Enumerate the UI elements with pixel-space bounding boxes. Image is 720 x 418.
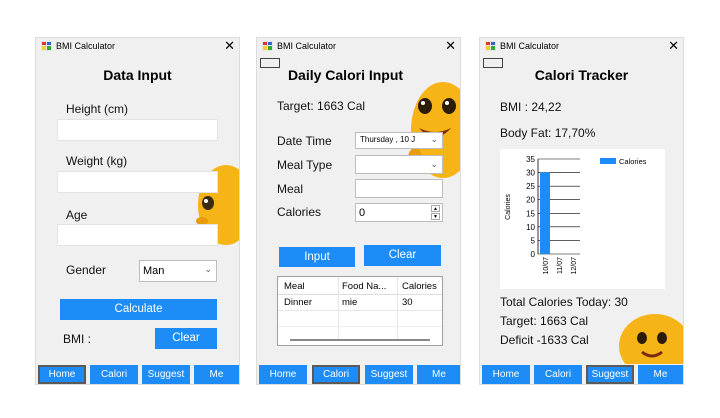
page-title: Calori Tracker <box>534 67 629 83</box>
row-divider <box>278 326 442 327</box>
nav-calori[interactable]: Calori <box>90 365 138 384</box>
stepper-down-icon[interactable]: ▼ <box>431 213 440 220</box>
page-title: Daily Calori Input <box>287 67 404 83</box>
table-row[interactable]: Dinner mie 30 <box>278 295 442 311</box>
table-cell: Dinner <box>284 297 312 308</box>
close-icon[interactable]: ✕ <box>668 38 679 53</box>
nav-me[interactable]: Me <box>194 365 239 384</box>
chevron-down-icon: ⌄ <box>430 159 438 169</box>
legend-swatch <box>600 158 616 164</box>
meal-label: Meal <box>277 182 304 196</box>
clear-button[interactable]: Clear <box>364 245 441 266</box>
daily-calori-window: BMI Calculator ✕ Daily Calori Input Targ… <box>256 37 461 385</box>
clear-button[interactable]: Clear <box>155 328 217 349</box>
window-title: BMI Calculator <box>56 41 116 51</box>
target-label: Target: 1663 Cal <box>277 99 366 113</box>
gender-label: Gender <box>66 263 107 277</box>
target-label: Target: 1663 Cal <box>500 314 589 328</box>
y-axis-label: Calories <box>505 194 512 220</box>
nav-calori[interactable]: Calori <box>534 365 582 384</box>
x-tick-label: 10/07 <box>543 257 550 275</box>
y-tick-label: 35 <box>526 155 535 164</box>
calorie-chart: 0 5 10 15 20 25 30 35 Calories 10/07 11/07 12/07 Cal… <box>500 149 665 289</box>
legend-label: Calories <box>619 157 647 166</box>
height-input[interactable] <box>57 119 218 141</box>
horizontal-scrollbar[interactable] <box>290 339 430 341</box>
table-header: Meal Food Na... Calories <box>278 277 442 295</box>
title-bar: BMI Calculator ✕ <box>36 38 239 55</box>
y-tick-label: 0 <box>531 250 536 259</box>
datetime-value: Thursday , 10 J <box>360 135 416 144</box>
table-cell: mie <box>342 297 358 308</box>
table-cell: 30 <box>402 297 413 308</box>
chevron-down-icon: ⌄ <box>204 264 212 274</box>
nav-calori[interactable]: Calori <box>312 365 360 384</box>
input-button[interactable]: Input <box>279 247 355 267</box>
y-tick-label: 10 <box>526 223 535 232</box>
age-label: Age <box>66 208 88 222</box>
close-icon[interactable]: ✕ <box>224 38 235 53</box>
weight-input[interactable] <box>57 171 218 193</box>
bmi-value: BMI : 24,22 <box>500 100 562 114</box>
y-tick-label: 5 <box>531 236 536 245</box>
nav-suggest[interactable]: Suggest <box>586 365 634 384</box>
chevron-down-icon: ⌄ <box>430 134 438 144</box>
nav-home[interactable]: Home <box>259 365 307 384</box>
nav-me[interactable]: Me <box>417 365 460 384</box>
page-title: Data Input <box>103 67 172 83</box>
meal-table: Meal Food Na... Calories Dinner mie 30 <box>277 276 443 346</box>
datetime-label: Date Time <box>277 134 332 148</box>
bar <box>540 172 550 254</box>
weight-label: Weight (kg) <box>66 154 128 168</box>
y-tick-label: 25 <box>526 182 535 191</box>
x-tick-label: 12/07 <box>571 257 578 275</box>
y-tick-label: 20 <box>526 196 535 205</box>
height-label: Height (cm) <box>66 102 129 116</box>
calculate-button[interactable]: Calculate <box>60 299 217 320</box>
app-icon <box>41 41 52 51</box>
stepper-up-icon[interactable]: ▲ <box>431 205 440 212</box>
column-header[interactable]: Food Na... <box>342 281 386 292</box>
meal-input[interactable] <box>355 179 443 198</box>
window-title: BMI Calculator <box>500 41 560 51</box>
chart-svg: 0 5 10 15 20 25 30 35 Calories 10/07 11/07 12/07 Cal… <box>505 155 647 275</box>
datetime-picker[interactable]: Thursday , 10 J ⌄ <box>355 132 443 149</box>
app-icon <box>485 41 496 51</box>
y-tick-label: 30 <box>526 169 535 178</box>
title-bar: BMI Calculator ✕ <box>257 38 460 55</box>
calori-tracker-window: BMI Calculator ✕ Calori Tracker BMI : 24… <box>479 37 684 385</box>
age-input[interactable] <box>57 224 218 246</box>
column-header[interactable]: Calories <box>402 281 437 292</box>
data-input-window: BMI Calculator ✕ Data Input Height (cm) … <box>35 37 240 385</box>
nav-me[interactable]: Me <box>638 365 683 384</box>
app-icon <box>262 41 273 51</box>
column-divider <box>338 277 339 339</box>
mascot-image <box>619 314 683 366</box>
calories-label: Calories <box>277 205 322 219</box>
nav-suggest[interactable]: Suggest <box>365 365 413 384</box>
nav-home[interactable]: Home <box>482 365 530 384</box>
nav-home[interactable]: Home <box>38 365 86 384</box>
column-divider <box>397 277 398 339</box>
bmi-label: BMI : <box>63 332 92 346</box>
title-bar: BMI Calculator ✕ <box>480 38 683 55</box>
gender-select[interactable]: Man ⌄ <box>139 260 217 282</box>
calories-stepper[interactable]: 0 ▲ ▼ <box>355 203 443 222</box>
column-header[interactable]: Meal <box>284 281 305 292</box>
y-tick-label: 15 <box>526 209 535 218</box>
nav-suggest[interactable]: Suggest <box>142 365 190 384</box>
x-tick-label: 11/07 <box>557 257 564 274</box>
deficit-label: Deficit -1633 Cal <box>500 333 589 347</box>
gender-select-value: Man <box>143 265 165 277</box>
close-icon[interactable]: ✕ <box>445 38 456 53</box>
window-title: BMI Calculator <box>277 41 337 51</box>
total-calories: Total Calories Today: 30 <box>500 295 628 309</box>
calories-value: 0 <box>359 207 366 219</box>
mealtype-select[interactable]: ⌄ <box>355 155 443 174</box>
bodyfat-value: Body Fat: 17,70% <box>500 126 596 140</box>
mealtype-label: Meal Type <box>277 158 333 172</box>
